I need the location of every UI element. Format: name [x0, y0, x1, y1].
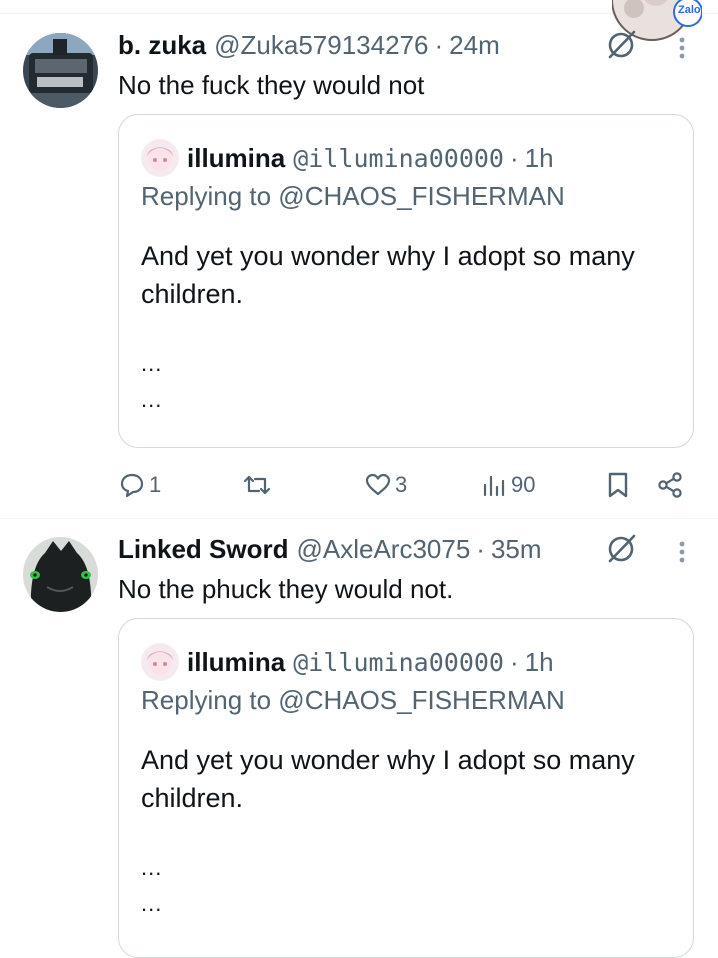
quoted-time: 1h [524, 646, 554, 677]
views-icon [483, 475, 505, 497]
bookmark-button[interactable] [606, 468, 630, 502]
quoted-text: And yet you wonder why I adopt so many c… [141, 745, 635, 813]
post-time[interactable]: 35m [491, 534, 542, 565]
reply-count: 1 [149, 472, 162, 497]
quoted-post[interactable]: illumina @illumina00000 · 1h Replying to… [118, 618, 694, 958]
quoted-avatar [141, 139, 179, 177]
separator: · [476, 533, 485, 564]
reply-icon [120, 473, 144, 498]
quoted-text: And yet you wonder why I adopt so many c… [141, 241, 635, 309]
repost-button[interactable] [242, 468, 275, 502]
post-text: No the phuck they would not. [118, 574, 454, 604]
quoted-avatar [141, 643, 179, 681]
ellipsis: ... [141, 855, 163, 880]
top-divider [0, 13, 718, 14]
author-handle[interactable]: @Zuka579134276 [214, 30, 428, 61]
quoted-author-handle: @illumina00000 [293, 647, 504, 677]
avatar[interactable] [23, 33, 98, 108]
quoted-author-handle: @illumina00000 [293, 143, 504, 173]
share-button[interactable] [656, 468, 684, 502]
action-bar: 1 3 90 [0, 468, 718, 502]
views-button[interactable]: 90 [482, 468, 535, 502]
post-header: Linked Sword @AxleArc3075 · 35m [118, 532, 542, 566]
post-header: b. zuka @Zuka579134276 · 24m [118, 28, 500, 62]
view-count: 90 [511, 472, 536, 497]
replying-to: Replying to @CHAOS_FISHERMAN [141, 685, 565, 715]
zalo-label: Zalo [678, 4, 701, 16]
quoted-author-name: illumina [187, 142, 286, 173]
post-1[interactable]: b. zuka @Zuka579134276 · 24m No the fuck… [0, 28, 718, 518]
avatar-image [23, 537, 98, 612]
ellipsis: ... [141, 891, 163, 916]
separator: · [509, 142, 519, 173]
avatar-image [23, 33, 98, 108]
more-options-icon[interactable] [672, 535, 692, 569]
separator: · [434, 29, 444, 60]
post-time[interactable]: 24m [449, 30, 500, 61]
author-handle[interactable]: @AxleArc3075 [296, 534, 470, 565]
ellipsis: ... [141, 387, 163, 412]
share-icon [658, 472, 682, 498]
more-options-icon[interactable] [672, 31, 692, 65]
avatar[interactable] [23, 537, 98, 612]
like-count: 3 [395, 472, 408, 497]
like-button[interactable]: 3 [364, 468, 407, 502]
reply-button[interactable]: 1 [118, 468, 161, 502]
quoted-post[interactable]: illumina @illumina00000 · 1h Replying to… [118, 114, 694, 448]
ellipsis: ... [141, 351, 163, 376]
repost-icon [243, 475, 271, 495]
post-divider [0, 518, 718, 519]
heart-icon [365, 473, 391, 496]
bookmark-icon [608, 472, 628, 498]
quoted-time: 1h [524, 142, 554, 173]
grok-icon[interactable] [604, 28, 638, 62]
author-name[interactable]: b. zuka [118, 30, 206, 61]
author-name[interactable]: Linked Sword [118, 534, 288, 565]
quoted-post-header: illumina @illumina00000 · 1h [141, 643, 554, 681]
separator: · [509, 646, 519, 677]
grok-icon[interactable] [604, 532, 638, 566]
quoted-post-header: illumina @illumina00000 · 1h [141, 139, 554, 177]
post-text: No the fuck they would not [118, 70, 425, 100]
quoted-author-name: illumina [187, 646, 286, 677]
replying-to: Replying to @CHAOS_FISHERMAN [141, 181, 565, 211]
post-2[interactable]: Linked Sword @AxleArc3075 · 35m No the p… [0, 532, 718, 958]
